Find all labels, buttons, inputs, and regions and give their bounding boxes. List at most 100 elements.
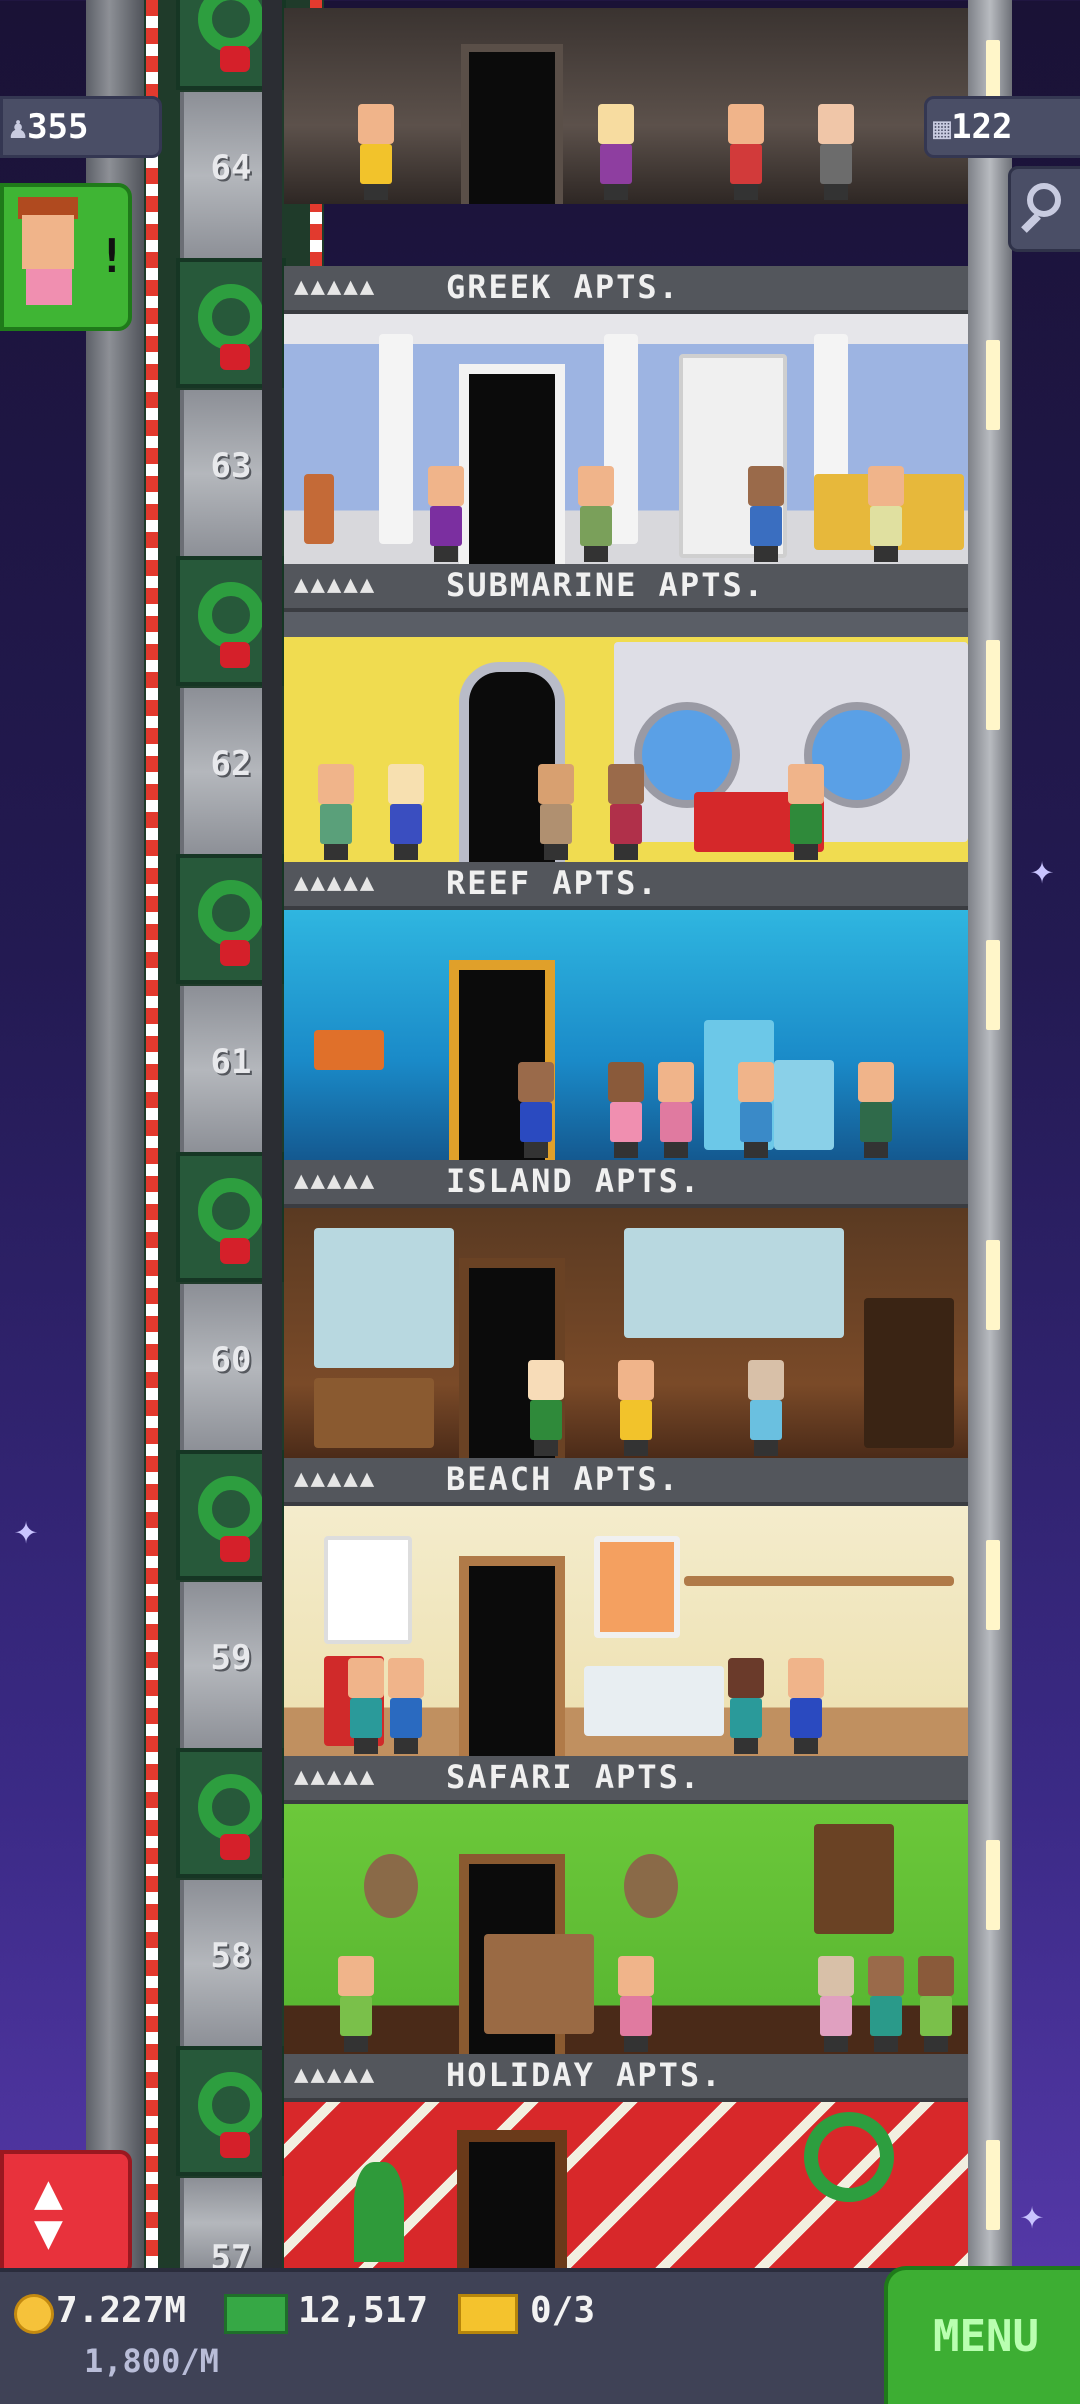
resident[interactable] <box>604 1062 648 1158</box>
resident[interactable] <box>614 1956 658 2052</box>
resident[interactable] <box>914 1956 958 2052</box>
resident[interactable] <box>814 1956 858 2052</box>
resident[interactable] <box>724 1658 768 1754</box>
floor-island[interactable]: ▲▲▲▲▲ ISLAND APTS. <box>284 1160 968 1460</box>
resident[interactable] <box>654 1062 698 1158</box>
floor-beach[interactable]: ▲▲▲▲▲ BEACH APTS. <box>284 1458 968 1758</box>
resident[interactable] <box>334 1956 378 2052</box>
visitor-avatar <box>22 215 74 269</box>
ticket-count[interactable]: 0/3 <box>530 2290 595 2331</box>
resident[interactable] <box>614 1360 658 1456</box>
shelf <box>684 1576 954 1586</box>
floor-name: GREEK APTS. <box>446 268 680 306</box>
wall-light <box>986 1840 1000 1930</box>
resident[interactable] <box>384 764 428 860</box>
floor-counter[interactable]: ▦122 <box>924 96 1080 158</box>
exclamation-icon: ! <box>98 229 126 283</box>
resident[interactable] <box>344 1658 388 1754</box>
magnifier-handle <box>1021 213 1041 233</box>
mask <box>624 1854 678 1918</box>
room[interactable] <box>284 612 968 864</box>
window <box>314 1228 454 1368</box>
resident[interactable] <box>534 764 578 860</box>
resident[interactable] <box>424 466 468 562</box>
cabinet <box>864 1298 954 1448</box>
room[interactable] <box>284 1506 968 1758</box>
floor-label: ▲▲▲▲▲ HOLIDAY APTS. <box>284 2054 968 2102</box>
resident[interactable] <box>354 104 398 200</box>
floor-holiday[interactable]: ▲▲▲▲▲ HOLIDAY APTS. <box>284 2054 968 2268</box>
resident[interactable] <box>594 104 638 200</box>
room[interactable] <box>284 910 968 1162</box>
door[interactable] <box>469 1566 555 1756</box>
resident[interactable] <box>744 466 788 562</box>
visitor-alert-button[interactable]: ! <box>0 183 132 331</box>
wall-light <box>986 640 1000 730</box>
resident[interactable] <box>854 1062 898 1158</box>
door[interactable] <box>469 374 555 564</box>
wall-light <box>986 2140 1000 2230</box>
floor-label: ▲▲▲▲▲ SUBMARINE APTS. <box>284 564 968 612</box>
resident[interactable] <box>784 764 828 860</box>
floor-count-value: 122 <box>951 107 1013 147</box>
room[interactable] <box>284 1208 968 1460</box>
floor-greek[interactable]: ▲▲▲▲▲ GREEK APTS. <box>284 266 968 566</box>
floor-reef[interactable]: ▲▲▲▲▲ REEF APTS. <box>284 862 968 1162</box>
elevator-button[interactable]: ▲ ▼ <box>0 2150 132 2276</box>
people-icon: ▲▲▲▲▲ <box>294 570 377 598</box>
floor-safari[interactable]: ▲▲▲▲▲ SAFARI APTS. <box>284 1756 968 2056</box>
search-button[interactable] <box>1008 166 1080 252</box>
room[interactable] <box>284 1804 968 2056</box>
tower[interactable]: 64 63 62 61 60 59 58 57 ▲▲▲▲▲ GREEK APTS… <box>86 0 1030 2278</box>
star-icon: ✦ <box>1030 847 1055 893</box>
window-shutter <box>814 1824 894 1934</box>
building-icon: ▦ <box>933 111 952 146</box>
resident[interactable] <box>604 764 648 860</box>
floor-name: SUBMARINE APTS. <box>446 566 765 604</box>
resident[interactable] <box>784 1658 828 1754</box>
coin-rate: 1,800/M <box>84 2342 219 2380</box>
visitor-shirt <box>26 269 72 305</box>
resident[interactable] <box>524 1360 568 1456</box>
room[interactable] <box>284 8 968 204</box>
people-icon: ▲▲▲▲▲ <box>294 1762 377 1790</box>
room[interactable] <box>284 2102 968 2268</box>
christmas-tree <box>354 2162 404 2262</box>
resident[interactable] <box>864 466 908 562</box>
resident[interactable] <box>384 1658 428 1754</box>
room[interactable] <box>284 314 968 566</box>
floor-submarine[interactable]: ▲▲▲▲▲ SUBMARINE APTS. <box>284 564 968 864</box>
floor-partial-top[interactable] <box>284 0 968 250</box>
resident[interactable] <box>314 764 358 860</box>
resident[interactable] <box>814 104 858 200</box>
people-icon: ▲▲▲▲▲ <box>294 868 377 896</box>
resident[interactable] <box>744 1360 788 1456</box>
bux-balance[interactable]: 12,517 <box>298 2290 428 2331</box>
population-value: 355 <box>27 107 89 147</box>
ticket-icon <box>458 2294 518 2334</box>
garland-left <box>146 0 158 2268</box>
stove <box>774 1060 834 1150</box>
wall-light <box>986 940 1000 1030</box>
population-counter[interactable]: ♟355 <box>0 96 162 158</box>
resident[interactable] <box>724 104 768 200</box>
floor-name: SAFARI APTS. <box>446 1758 702 1796</box>
door[interactable] <box>469 2142 555 2268</box>
chair <box>314 1378 434 1448</box>
resident[interactable] <box>514 1062 558 1158</box>
resident[interactable] <box>864 1956 908 2052</box>
floor-label: ▲▲▲▲▲ SAFARI APTS. <box>284 1756 968 1804</box>
resident[interactable] <box>734 1062 778 1158</box>
floor-label: ▲▲▲▲▲ GREEK APTS. <box>284 266 968 314</box>
floor-name: REEF APTS. <box>446 864 659 902</box>
sofa <box>584 1666 724 1736</box>
people-icon: ▲▲▲▲▲ <box>294 272 377 300</box>
coin-balance[interactable]: 7.227M <box>56 2290 186 2331</box>
door[interactable] <box>469 52 555 204</box>
menu-button[interactable]: MENU <box>884 2266 1080 2404</box>
resident[interactable] <box>574 466 618 562</box>
coral <box>314 1030 384 1070</box>
column <box>379 334 413 544</box>
wall-light <box>986 1240 1000 1330</box>
tower-divider <box>262 0 282 2268</box>
